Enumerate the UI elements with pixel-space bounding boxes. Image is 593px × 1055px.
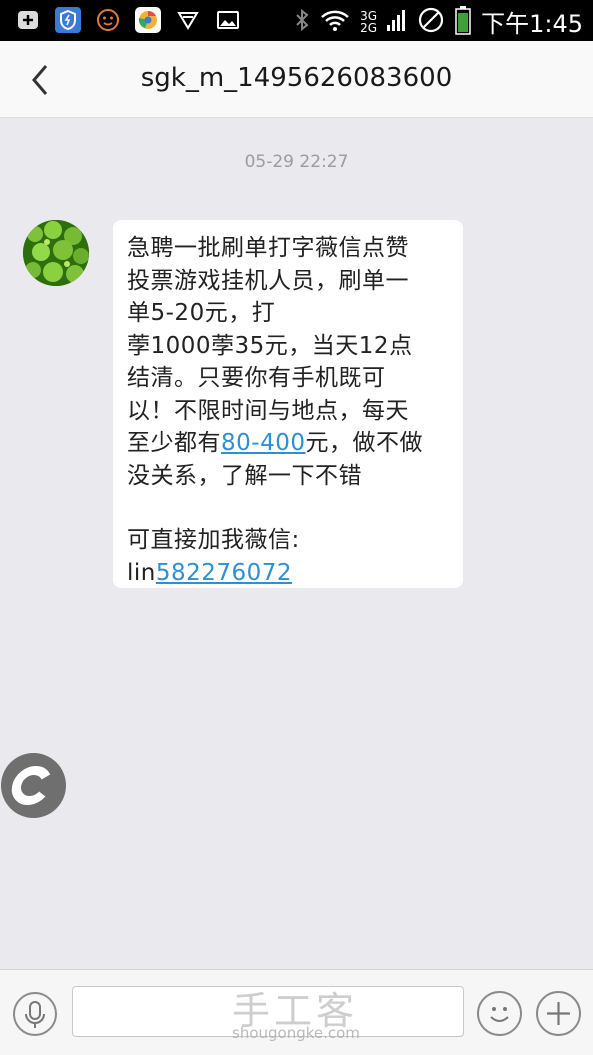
watermark-url: shougongke.com bbox=[232, 1024, 360, 1042]
sender-avatar[interactable] bbox=[23, 220, 89, 286]
message-bubble[interactable]: 急聘一批刷单打字薇信点赞 投票游戏挂机人员，刷单一 单5-20元，打 荸1000… bbox=[113, 220, 463, 588]
bluetooth-icon bbox=[294, 8, 310, 36]
attach-button[interactable] bbox=[536, 991, 581, 1036]
shield-icon bbox=[54, 6, 82, 34]
message-line: 可直接加我薇信: bbox=[127, 527, 300, 553]
message-line: 没关系，了解一下不错 bbox=[127, 462, 362, 489]
network-3g-label: 3G bbox=[360, 8, 378, 23]
message-line: 结清。只要你有手机既可 bbox=[127, 365, 386, 391]
smiley-icon bbox=[490, 1007, 509, 1022]
plus-icon bbox=[547, 1002, 570, 1025]
message-line: 急聘一批刷单打字薇信点赞 bbox=[127, 235, 409, 261]
c-logo-icon bbox=[11, 766, 51, 805]
signal-icon bbox=[387, 7, 407, 37]
wifi-icon bbox=[320, 8, 350, 36]
browser-icon bbox=[134, 6, 162, 34]
message-timestamp: 05-29 22:27 bbox=[244, 152, 349, 172]
conversation-header: sgk_m_1495626083600 bbox=[0, 41, 593, 118]
message-line: lin582276072 bbox=[127, 557, 451, 590]
no-disturb-icon bbox=[417, 6, 445, 38]
message-line: 以！不限时间与地点，每天 bbox=[127, 397, 409, 424]
battery-icon bbox=[455, 5, 471, 39]
floating-assist-button[interactable] bbox=[1, 753, 66, 818]
message-line: 荸1000荸35元，当天12点 bbox=[127, 332, 413, 359]
status-time: 下午1:45 bbox=[481, 10, 583, 38]
phone-number-link[interactable]: 582276072 bbox=[156, 560, 292, 586]
message-line: 单5-20元，打 bbox=[127, 300, 276, 326]
network-type-label: 3G 2G bbox=[360, 10, 377, 34]
voice-input-button[interactable] bbox=[13, 992, 57, 1036]
conversation-title: sgk_m_1495626083600 bbox=[140, 63, 453, 93]
status-bar: 3G 2G 下午1:45 bbox=[0, 0, 593, 41]
plus-box-icon bbox=[14, 6, 42, 34]
image-icon bbox=[214, 6, 242, 34]
message-line: 至少都有80-400元，做不做 bbox=[127, 427, 451, 460]
message-text-segment: 至少都有 bbox=[127, 430, 221, 456]
message-text-segment: 元，做不做 bbox=[305, 430, 423, 456]
network-2g-label: 2G bbox=[360, 20, 378, 35]
emoji-button[interactable] bbox=[477, 991, 522, 1036]
amount-link[interactable]: 80-400 bbox=[221, 430, 305, 456]
message-text: 急聘一批刷单打字薇信点赞 投票游戏挂机人员，刷单一 单5-20元，打 荸1000… bbox=[127, 232, 451, 589]
vpn-icon bbox=[174, 6, 202, 34]
microphone-icon bbox=[25, 1001, 45, 1028]
face-icon bbox=[94, 6, 122, 34]
message-line: 投票游戏挂机人员，刷单一 bbox=[127, 267, 409, 294]
message-text-segment: lin bbox=[127, 559, 156, 586]
